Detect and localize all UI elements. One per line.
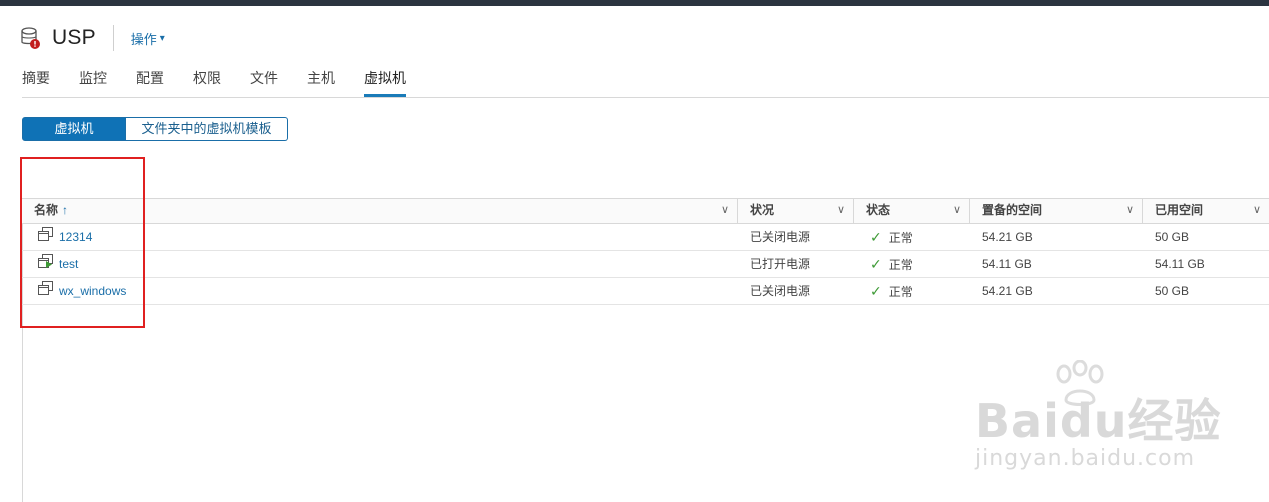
page-title: USP <box>52 26 96 49</box>
vm-used-cell: 50 GB <box>1155 284 1190 298</box>
watermark-brand: Baidu经验 <box>975 394 1222 448</box>
column-header-used[interactable]: 已用空间 ∨ <box>1143 199 1269 223</box>
vm-provisioned-cell: 54.21 GB <box>982 284 1033 298</box>
tab-configure[interactable]: 配置 <box>136 66 164 97</box>
column-filter-chevron-icon[interactable]: ∨ <box>1253 199 1261 221</box>
tab-summary[interactable]: 摘要 <box>22 66 50 97</box>
table-row[interactable]: wx_windows 已关闭电源 ✓ 正常 54.21 GB 50 GB <box>22 278 1269 305</box>
vm-state-cell: 已关闭电源 <box>750 230 811 244</box>
vm-link[interactable]: test <box>59 257 78 271</box>
actions-menu-button[interactable]: 操作 ▾ <box>131 29 165 48</box>
tab-bar: 摘要 监控 配置 权限 文件 主机 虚拟机 <box>22 66 435 97</box>
object-header: USP 操作 ▾ <box>20 22 165 54</box>
vm-used-cell: 54.11 GB <box>1155 257 1205 271</box>
top-bar <box>0 0 1269 6</box>
watermark-url: jingyan.baidu.com <box>975 446 1196 471</box>
vm-link[interactable]: wx_windows <box>59 284 126 298</box>
column-filter-chevron-icon[interactable]: ∨ <box>721 199 729 221</box>
vm-name-cell: test <box>22 251 738 277</box>
tab-permissions[interactable]: 权限 <box>193 66 221 97</box>
check-icon: ✓ <box>870 229 882 245</box>
tab-monitor[interactable]: 监控 <box>79 66 107 97</box>
tab-hosts[interactable]: 主机 <box>307 66 335 97</box>
column-filter-chevron-icon[interactable]: ∨ <box>953 199 961 221</box>
view-toggle: 虚拟机 文件夹中的虚拟机模板 <box>22 117 288 141</box>
vm-state-cell: 已关闭电源 <box>750 284 811 298</box>
tab-vms[interactable]: 虚拟机 <box>364 66 406 97</box>
vm-name-cell: wx_windows <box>22 278 738 304</box>
column-provisioned-label: 置备的空间 <box>982 203 1043 217</box>
column-header-state[interactable]: 状况 ∨ <box>738 199 854 223</box>
vm-status-cell: ✓ 正常 <box>854 251 970 277</box>
check-icon: ✓ <box>870 283 882 299</box>
vm-provisioned-cell: 54.21 GB <box>982 230 1033 244</box>
header-divider <box>112 25 114 51</box>
status-text: 正常 <box>888 231 913 245</box>
tab-files[interactable]: 文件 <box>250 66 278 97</box>
vm-table: 名称 ↑ ∨ 状况 ∨ 状态 ∨ 置备的空间 ∨ 已用空间 ∨ 12314 已关闭… <box>22 198 1269 305</box>
vm-provisioned-cell: 54.11 GB <box>982 257 1032 271</box>
column-status-label: 状态 <box>866 203 891 217</box>
column-name-label: 名称 <box>34 203 59 217</box>
column-header-provisioned[interactable]: 置备的空间 ∨ <box>970 199 1143 223</box>
vm-state-cell: 已打开电源 <box>750 257 811 271</box>
vms-segment-button[interactable]: 虚拟机 <box>22 117 126 141</box>
vm-powered-on-icon <box>38 251 53 277</box>
column-used-label: 已用空间 <box>1155 203 1204 217</box>
tabs-divider <box>22 97 1269 98</box>
column-state-label: 状况 <box>750 203 775 217</box>
column-header-name[interactable]: 名称 ↑ ∨ <box>22 199 738 223</box>
chevron-down-icon: ▾ <box>159 32 165 44</box>
vm-link[interactable]: 12314 <box>59 230 92 244</box>
vm-status-cell: ✓ 正常 <box>854 224 970 250</box>
sort-ascending-icon[interactable]: ↑ <box>62 203 68 217</box>
datastore-error-icon <box>20 26 42 50</box>
status-text: 正常 <box>888 258 913 272</box>
actions-label: 操作 <box>130 31 157 47</box>
column-header-status[interactable]: 状态 ∨ <box>854 199 970 223</box>
vm-powered-off-icon <box>38 278 53 304</box>
check-icon: ✓ <box>870 256 882 272</box>
vm-powered-off-icon <box>38 224 53 250</box>
table-row[interactable]: 12314 已关闭电源 ✓ 正常 54.21 GB 50 GB <box>22 224 1269 251</box>
table-header: 名称 ↑ ∨ 状况 ∨ 状态 ∨ 置备的空间 ∨ 已用空间 ∨ <box>22 198 1269 224</box>
templates-segment-button[interactable]: 文件夹中的虚拟机模板 <box>126 117 288 141</box>
vm-name-cell: 12314 <box>22 224 738 250</box>
column-filter-chevron-icon[interactable]: ∨ <box>837 199 845 221</box>
vm-used-cell: 50 GB <box>1155 230 1190 244</box>
table-row[interactable]: test 已打开电源 ✓ 正常 54.11 GB 54.11 GB <box>22 251 1269 278</box>
vm-status-cell: ✓ 正常 <box>854 278 970 304</box>
status-text: 正常 <box>888 285 913 299</box>
column-filter-chevron-icon[interactable]: ∨ <box>1126 199 1134 221</box>
